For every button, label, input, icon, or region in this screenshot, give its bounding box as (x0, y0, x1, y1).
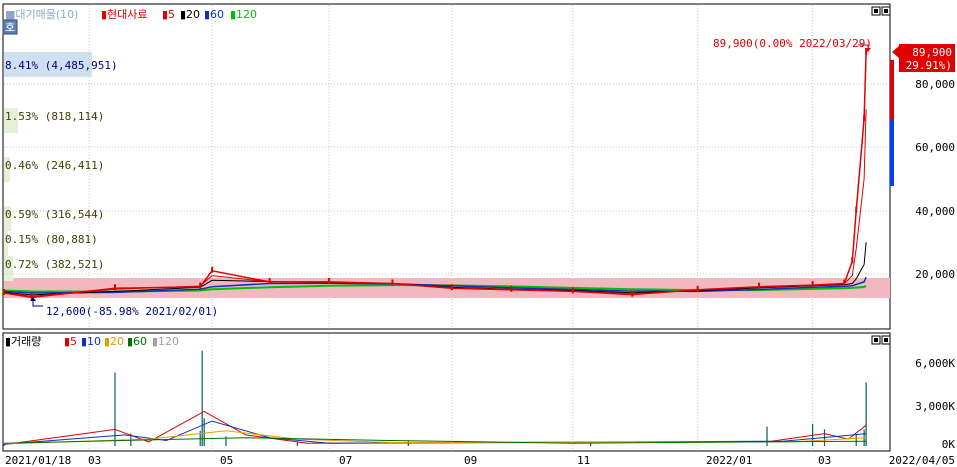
price-legend: ■대기매물(10) ▮현대사료 ▮5 ▮20 ▮60 ▮120 (5, 8, 257, 21)
x-tick: 11 (577, 454, 590, 467)
supply-label: 0.15% (80,881) (5, 233, 98, 246)
volume-bar (855, 434, 857, 446)
legend-vma120: ▮120 (152, 335, 179, 348)
price-candle (843, 279, 846, 286)
legend-ma120: ▮120 (230, 8, 257, 21)
volume-bar (865, 382, 867, 446)
low-annotation: 12,600(-85.98% 2021/02/01) (46, 305, 218, 318)
legend-ma20: ▮20 (180, 8, 200, 21)
x-tick: 2022/04/05 (889, 454, 955, 467)
y-tick: 80,000 (915, 78, 955, 91)
price-candle (631, 290, 634, 297)
current-change: ( 29.91%) (892, 59, 952, 72)
price-candle (863, 114, 866, 121)
x-tick: 09 (464, 454, 477, 467)
current-price-badge: 89,900 ( 29.91%) (892, 44, 955, 72)
y-tick: 3,000K (915, 400, 955, 413)
price-candle (758, 282, 761, 289)
volume-bar (296, 441, 298, 446)
supply-label: 1.53% (818,114) (5, 110, 104, 123)
volume-bar (766, 426, 768, 446)
legend-vma20: ▮20 (104, 335, 124, 348)
price-candle (450, 284, 453, 291)
y-tick: 6,000K (915, 357, 955, 370)
y-tick: 40,000 (915, 205, 955, 218)
volume-legend: ▮거래량 ▮5 ▮10 ▮20 ▮60 ▮120 (5, 335, 179, 348)
x-tick: 07 (339, 454, 352, 467)
volume-bar (203, 418, 205, 446)
legend-ma60: ▮60 (204, 8, 224, 21)
price-candle (510, 285, 513, 292)
y-tick: 0K (942, 438, 956, 451)
supply-label: 0.46% (246,411) (5, 159, 104, 172)
x-tick: 03 (88, 454, 101, 467)
price-candle (199, 282, 202, 289)
volume-bar (201, 350, 203, 446)
price-candle (113, 284, 116, 291)
current-price: 89,900 (912, 46, 952, 59)
price-candle (211, 266, 214, 273)
range-indicator-down (890, 120, 894, 186)
price-candle (811, 281, 814, 288)
legend-supply: ■대기매물(10) (5, 8, 78, 21)
price-candle (3, 289, 5, 295)
x-tick: 05 (220, 454, 233, 467)
x-tick: 03 (818, 454, 831, 467)
range-indicator-up (890, 60, 894, 120)
y-tick: 60,000 (915, 141, 955, 154)
price-candle (571, 287, 574, 294)
price-candle (855, 206, 858, 213)
legend-volume: ▮거래량 (5, 335, 41, 348)
x-tick: 2022/01 (706, 454, 752, 467)
toggle-label: 호 (5, 21, 15, 34)
high-annotation: 89,900(0.00% 2022/03/29) (713, 37, 872, 50)
volume-bar (114, 372, 116, 446)
price-candle (391, 279, 394, 286)
price-candle (851, 257, 854, 264)
legend-stock-name: ▮현대사료 (101, 8, 148, 21)
legend-vma5: ▮5 (64, 335, 77, 348)
x-tick: 2021/01/18 (5, 454, 71, 467)
toggle-button[interactable]: 호 (2, 19, 18, 35)
x-axis: 2021/01/18 03 05 07 09 11 2022/01 03 202… (5, 454, 955, 467)
stock-chart: ■대기매물(10) ▮현대사료 ▮5 ▮20 ▮60 ▮120 호 8.41% … (2, 3, 955, 467)
volume-panel (2, 332, 891, 452)
supply-label: 0.72% (382,521) (5, 258, 104, 271)
volume-y-axis: 6,000K 3,000K 0K (915, 357, 955, 451)
price-candle (268, 277, 271, 284)
price-y-axis: 80,000 60,000 40,000 20,000 (915, 78, 955, 281)
legend-vma60: ▮60 (127, 335, 147, 348)
price-candle (696, 285, 699, 292)
supply-label: 0.59% (316,544) (5, 208, 104, 221)
y-tick: 20,000 (915, 268, 955, 281)
price-candle (328, 277, 331, 284)
supply-label: 8.41% (4,485,951) (5, 59, 118, 72)
legend-ma5: ▮5 (162, 8, 175, 21)
legend-vma10: ▮10 (81, 335, 101, 348)
